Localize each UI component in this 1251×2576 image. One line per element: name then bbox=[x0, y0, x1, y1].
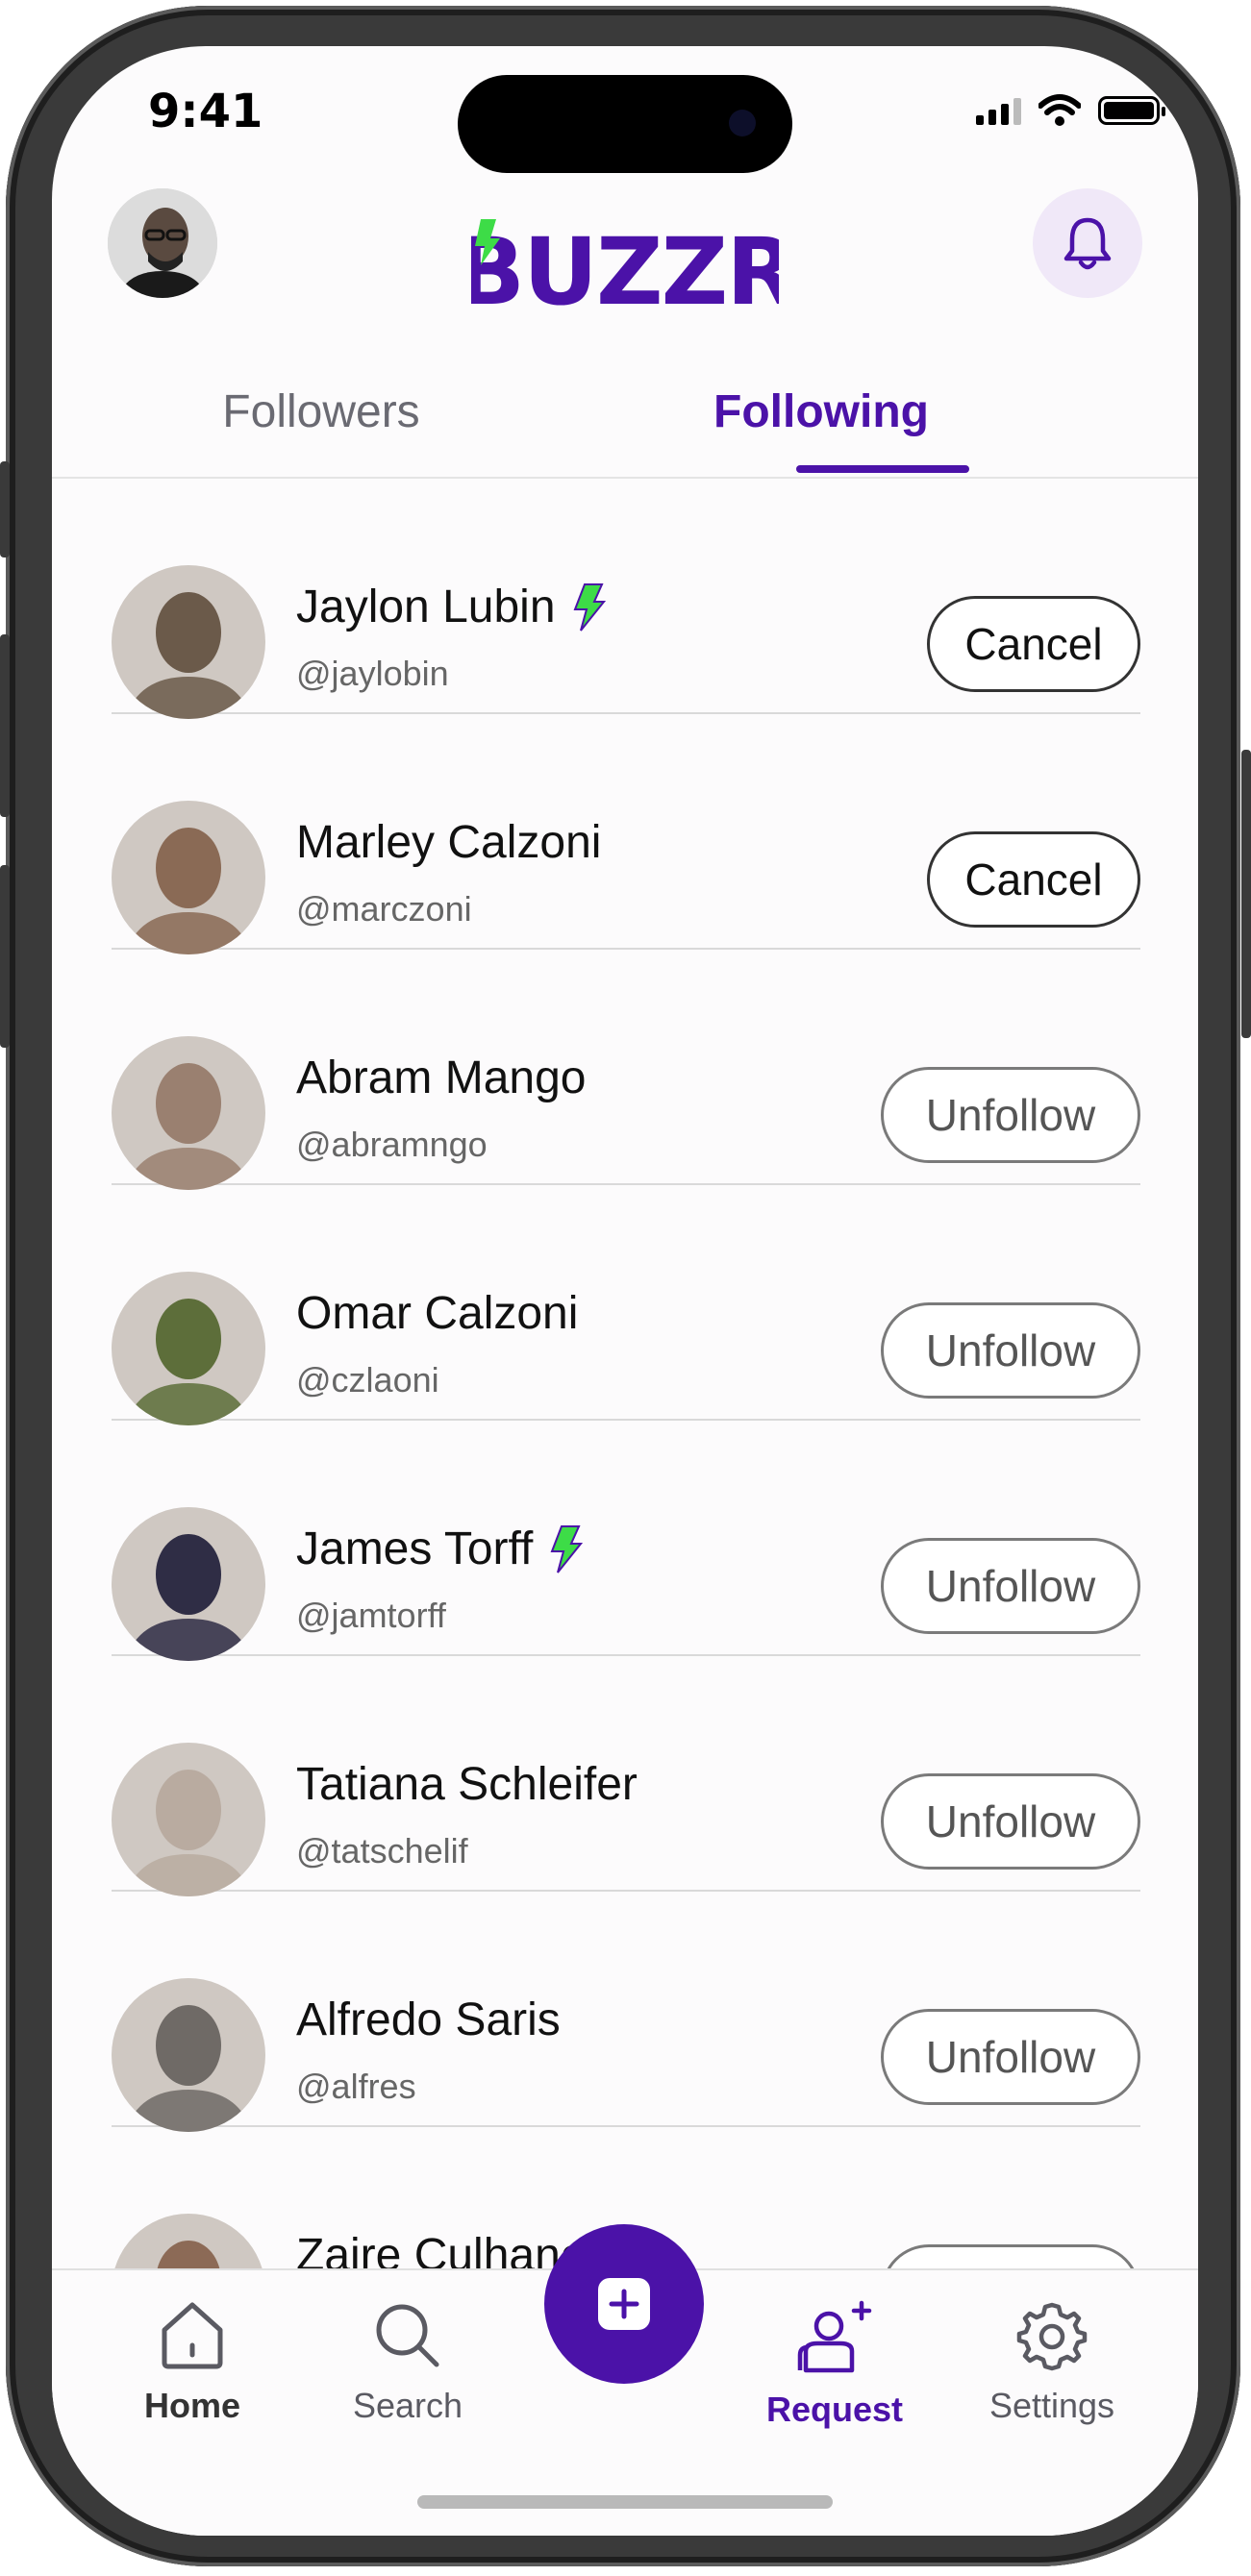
nav-settings[interactable]: Settings bbox=[965, 2299, 1138, 2426]
following-list: Jaylon Lubin @jaylobin Cancel Marley Calzon… bbox=[52, 477, 1198, 2315]
signal-icon bbox=[976, 96, 1021, 125]
add-user-icon bbox=[797, 2300, 872, 2373]
user-handle: @tatschelif bbox=[296, 1831, 468, 1870]
user-name-line: Jaylon Lubin bbox=[296, 581, 606, 633]
nav-search[interactable]: Search bbox=[321, 2299, 494, 2426]
unfollow-button[interactable]: Unfollow bbox=[881, 1067, 1140, 1163]
user-avatar[interactable] bbox=[112, 1978, 265, 2132]
power-button bbox=[1241, 750, 1251, 1038]
user-handle: @marczoni bbox=[296, 889, 472, 929]
notifications-button[interactable] bbox=[1033, 188, 1142, 298]
status-time: 9:41 bbox=[148, 85, 263, 138]
user-name: Marley Calzoni bbox=[296, 817, 602, 868]
nav-settings-label: Settings bbox=[988, 2386, 1115, 2425]
user-handle: @abramngo bbox=[296, 1125, 488, 1164]
unfollow-button[interactable]: Unfollow bbox=[881, 2009, 1140, 2105]
user-name-line: Marley Calzoni bbox=[296, 816, 601, 869]
volume-up-button bbox=[0, 634, 10, 817]
list-item[interactable]: Marley Calzoni @marczoni Cancel bbox=[112, 712, 1140, 954]
user-avatar[interactable] bbox=[112, 565, 265, 719]
tab-followers[interactable]: Followers bbox=[187, 354, 456, 469]
user-avatar[interactable] bbox=[112, 1036, 265, 1190]
user-handle: @jaylobin bbox=[296, 654, 449, 693]
list-item[interactable]: Abram Mango @abramngo Unfollow bbox=[112, 948, 1140, 1190]
cancel-button[interactable]: Cancel bbox=[927, 596, 1140, 692]
home-icon bbox=[162, 2302, 223, 2369]
user-avatar[interactable] bbox=[112, 1743, 265, 1896]
svg-text:BUZZR: BUZZR bbox=[471, 218, 779, 317]
list-item[interactable]: Omar Calzoni @czlaoni Unfollow bbox=[112, 1183, 1140, 1425]
user-name: Abram Mango bbox=[296, 1053, 587, 1103]
unfollow-button[interactable]: Unfollow bbox=[881, 1302, 1140, 1399]
tab-bar: Followers Following bbox=[52, 354, 1198, 479]
user-name-line: Abram Mango bbox=[296, 1052, 586, 1104]
bell-icon bbox=[1063, 217, 1112, 270]
home-indicator bbox=[417, 2495, 833, 2509]
user-avatar[interactable] bbox=[112, 801, 265, 954]
user-name: Tatiana Schleifer bbox=[296, 1759, 638, 1810]
list-item[interactable]: Alfredo Saris @alfres Unfollow bbox=[112, 1890, 1140, 2132]
profile-avatar[interactable] bbox=[108, 188, 217, 298]
user-name: Jaylon Lubin bbox=[296, 582, 556, 632]
list-item[interactable]: Jaylon Lubin @jaylobin Cancel bbox=[112, 477, 1140, 719]
tab-following[interactable]: Following bbox=[677, 354, 965, 469]
list-item[interactable]: James Torff @jamtorff Unfollow bbox=[112, 1419, 1140, 1661]
user-name-line: Alfredo Saris bbox=[296, 1994, 561, 2046]
active-tab-indicator bbox=[796, 465, 969, 473]
user-avatar[interactable] bbox=[112, 1507, 265, 1661]
cancel-button[interactable]: Cancel bbox=[927, 831, 1140, 928]
create-post-button[interactable] bbox=[544, 2224, 704, 2384]
gear-icon bbox=[1016, 2302, 1088, 2371]
search-icon bbox=[376, 2304, 439, 2367]
camera-icon bbox=[729, 110, 756, 136]
user-handle: @jamtorff bbox=[296, 1596, 446, 1635]
screen: 9:41 BUZZR Followers Following Jaylon Lu… bbox=[52, 46, 1198, 2536]
user-handle: @alfres bbox=[296, 2067, 416, 2106]
dynamic-island bbox=[458, 75, 792, 173]
user-avatar[interactable] bbox=[112, 1272, 265, 1425]
nav-home-label: Home bbox=[143, 2386, 241, 2425]
wifi-icon bbox=[1038, 94, 1081, 126]
verified-bolt-icon bbox=[550, 1524, 584, 1573]
user-name: Alfredo Saris bbox=[296, 1994, 561, 2045]
user-name-line: Omar Calzoni bbox=[296, 1287, 578, 1340]
user-name-line: James Torff bbox=[296, 1523, 584, 1575]
nav-request[interactable]: Request bbox=[748, 2299, 921, 2430]
unfollow-button[interactable]: Unfollow bbox=[881, 1538, 1140, 1634]
buzzr-logo: BUZZR bbox=[471, 218, 779, 317]
battery-icon bbox=[1098, 96, 1165, 125]
nav-home[interactable]: Home bbox=[106, 2299, 279, 2426]
user-name: James Torff bbox=[296, 1523, 534, 1574]
action-button-side bbox=[0, 461, 10, 557]
nav-search-label: Search bbox=[352, 2386, 463, 2425]
verified-bolt-icon bbox=[573, 582, 606, 632]
status-icons bbox=[976, 94, 1165, 127]
list-item[interactable]: Tatiana Schleifer @tatschelif Unfollow bbox=[112, 1654, 1140, 1896]
user-name-line: Tatiana Schleifer bbox=[296, 1758, 638, 1811]
volume-down-button bbox=[0, 865, 10, 1048]
unfollow-button[interactable]: Unfollow bbox=[881, 1773, 1140, 1870]
user-name: Omar Calzoni bbox=[296, 1288, 579, 1339]
user-handle: @czlaoni bbox=[296, 1360, 439, 1399]
nav-request-label: Request bbox=[765, 2390, 904, 2429]
plus-square-icon bbox=[598, 2278, 650, 2330]
